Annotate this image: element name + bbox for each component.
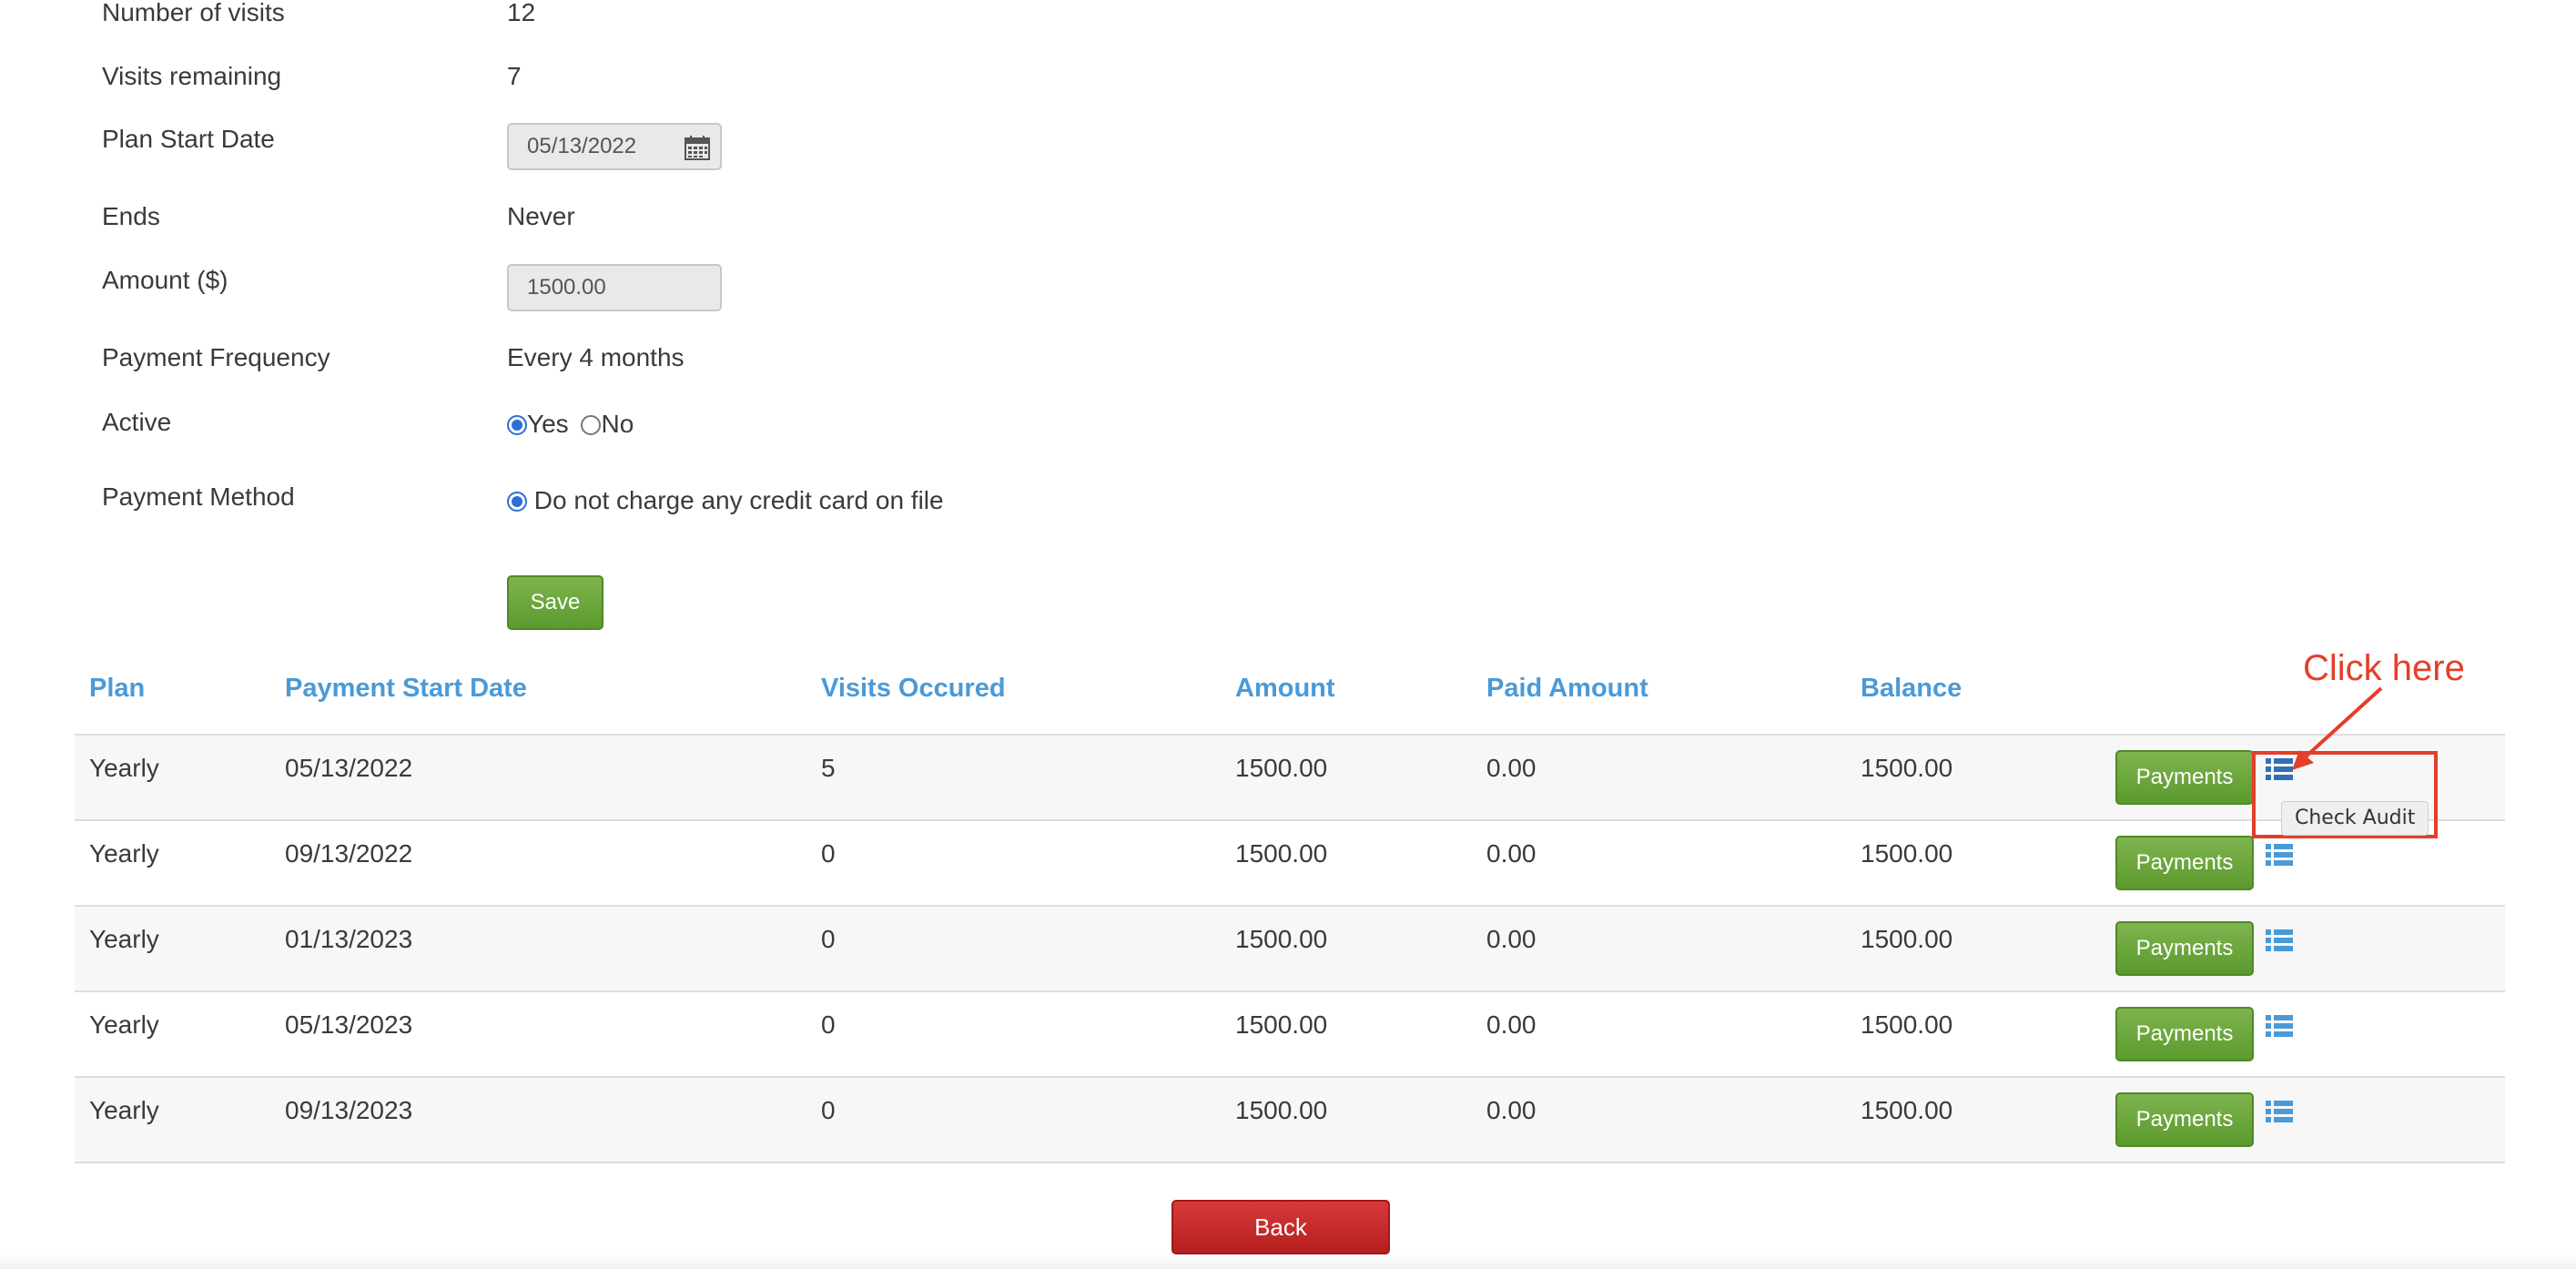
payment-method-option-label[interactable]: Do not charge any credit card on file <box>534 486 944 514</box>
column-header-amount: Amount <box>1235 674 1335 703</box>
row-plan-start-date: Plan Start Date 05/13/2022 <box>102 123 1376 170</box>
amount-input-value: 1500.00 <box>527 275 606 299</box>
table-row: Yearly 05/13/2023 0 1500.00 0.00 1500.00 Payme… <box>75 992 2505 1078</box>
row-visits-remaining: Visits remaining 7 <box>102 62 1376 107</box>
row-amount: Amount ($) 1500.00 <box>102 264 1376 311</box>
payments-button[interactable]: Payments <box>2115 921 2254 976</box>
cell-paid-amount: 0.00 <box>1486 1096 1536 1124</box>
cell-amount: 1500.00 <box>1235 754 1328 782</box>
cell-paid-amount: 0.00 <box>1486 925 1536 953</box>
active-label: Active <box>102 408 172 436</box>
cell-payment-start-date: 09/13/2023 <box>285 1096 413 1124</box>
cell-plan: Yearly <box>89 839 159 868</box>
payment-frequency-label: Payment Frequency <box>102 343 330 371</box>
table-row: Yearly 05/13/2022 5 1500.00 0.00 1500.00 Payme… <box>75 736 2505 821</box>
cell-paid-amount: 0.00 <box>1486 1010 1536 1039</box>
cell-paid-amount: 0.00 <box>1486 754 1536 782</box>
active-no-label[interactable]: No <box>601 410 634 438</box>
cell-amount: 1500.00 <box>1235 925 1328 953</box>
payment-method-radio[interactable] <box>507 492 527 512</box>
row-payment-frequency: Payment Frequency Every 4 months <box>102 343 1376 389</box>
table-row: Yearly 09/13/2022 0 1500.00 0.00 1500.00 Payme… <box>75 821 2505 907</box>
check-audit-list-icon[interactable] <box>2265 1012 2294 1040</box>
page-bottom-shadow <box>0 1254 2576 1269</box>
payments-button[interactable]: Payments <box>2115 1092 2254 1147</box>
table-row: Yearly 09/13/2023 0 1500.00 0.00 1500.00 Payme… <box>75 1078 2505 1163</box>
cell-balance: 1500.00 <box>1861 925 1953 953</box>
cell-amount: 1500.00 <box>1235 1010 1328 1039</box>
check-audit-list-icon[interactable] <box>2265 927 2294 954</box>
plan-start-date-value: 05/13/2022 <box>527 134 637 158</box>
click-here-annotation: Click here <box>2303 648 2465 688</box>
active-yes-label[interactable]: Yes <box>527 410 569 438</box>
table-row: Yearly 01/13/2023 0 1500.00 0.00 1500.00 Payme… <box>75 907 2505 992</box>
cell-visits-occured: 0 <box>821 1096 836 1124</box>
back-button[interactable]: Back <box>1171 1200 1390 1254</box>
cell-paid-amount: 0.00 <box>1486 839 1536 868</box>
row-number-of-visits: Number of visits 12 <box>102 0 1376 46</box>
cell-visits-occured: 0 <box>821 1010 836 1039</box>
column-header-payment-start-date: Payment Start Date <box>285 674 527 703</box>
save-button[interactable]: Save <box>507 575 603 630</box>
cell-plan: Yearly <box>89 1096 159 1124</box>
check-audit-list-icon[interactable] <box>2265 1098 2294 1125</box>
ends-label: Ends <box>102 202 160 230</box>
cell-plan: Yearly <box>89 1010 159 1039</box>
check-audit-tooltip: Check Audit <box>2281 801 2429 836</box>
payments-button[interactable]: Payments <box>2115 750 2254 805</box>
cell-balance: 1500.00 <box>1861 839 1953 868</box>
active-radio-group: Yes No <box>507 410 634 439</box>
number-of-visits-value: 12 <box>507 0 536 26</box>
cell-payment-start-date: 05/13/2022 <box>285 754 413 782</box>
cell-payment-start-date: 05/13/2023 <box>285 1010 413 1039</box>
cell-visits-occured: 5 <box>821 754 836 782</box>
column-header-balance: Balance <box>1861 674 1962 703</box>
active-yes-radio[interactable] <box>507 415 527 435</box>
plan-start-date-label: Plan Start Date <box>102 125 275 153</box>
row-ends: Ends Never <box>102 202 1376 248</box>
cell-payment-start-date: 01/13/2023 <box>285 925 413 953</box>
payment-method-option: Do not charge any credit card on file <box>507 486 944 515</box>
row-active: Active Yes No <box>102 408 1376 453</box>
calendar-icon[interactable] <box>684 134 711 161</box>
cell-balance: 1500.00 <box>1861 1010 1953 1039</box>
visits-remaining-value: 7 <box>507 62 522 90</box>
column-header-plan: Plan <box>89 674 146 703</box>
cell-amount: 1500.00 <box>1235 1096 1328 1124</box>
cell-visits-occured: 0 <box>821 839 836 868</box>
check-audit-list-icon[interactable] <box>2265 841 2294 868</box>
cell-amount: 1500.00 <box>1235 839 1328 868</box>
cell-plan: Yearly <box>89 925 159 953</box>
row-payment-method: Payment Method Do not charge any credit … <box>102 482 1376 528</box>
cell-balance: 1500.00 <box>1861 754 1953 782</box>
payments-button[interactable]: Payments <box>2115 1007 2254 1061</box>
cell-balance: 1500.00 <box>1861 1096 1953 1124</box>
cell-payment-start-date: 09/13/2022 <box>285 839 413 868</box>
amount-label: Amount ($) <box>102 266 228 294</box>
plan-start-date-input[interactable]: 05/13/2022 <box>507 123 722 170</box>
number-of-visits-label: Number of visits <box>102 0 285 26</box>
cell-visits-occured: 0 <box>821 925 836 953</box>
payment-frequency-value: Every 4 months <box>507 343 685 371</box>
cell-plan: Yearly <box>89 754 159 782</box>
amount-input[interactable]: 1500.00 <box>507 264 722 311</box>
column-header-visits-occured: Visits Occured <box>821 674 1006 703</box>
visits-remaining-label: Visits remaining <box>102 62 282 90</box>
payment-method-label: Payment Method <box>102 482 295 511</box>
column-header-paid-amount: Paid Amount <box>1486 674 1648 703</box>
ends-value: Never <box>507 202 575 230</box>
active-no-radio[interactable] <box>581 415 602 435</box>
payments-button[interactable]: Payments <box>2115 836 2254 890</box>
